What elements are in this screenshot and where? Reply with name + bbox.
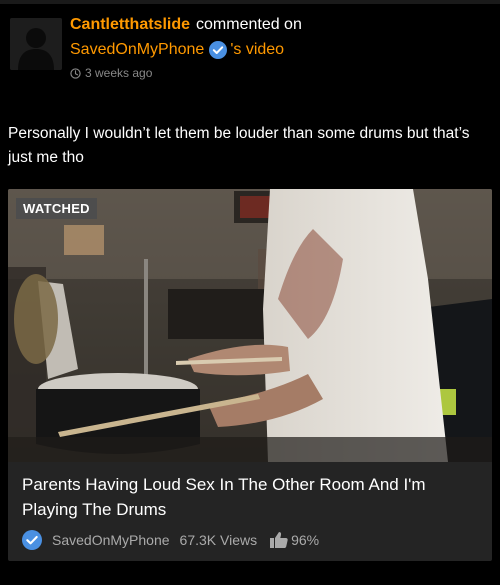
view-count: 67.3K Views	[179, 532, 258, 548]
thumbs-up-icon	[270, 532, 288, 548]
channel-link[interactable]: SavedOnMyPhone	[70, 38, 204, 62]
activity-meta: Cantletthatslide commented on SavedOnMyPh…	[70, 14, 490, 80]
activity-line: Cantletthatslide commented on	[70, 14, 490, 36]
video-channel-name[interactable]: SavedOnMyPhone	[52, 532, 170, 548]
action-text: commented on	[196, 16, 302, 33]
watched-badge: WATCHED	[16, 198, 97, 219]
clock-icon	[70, 67, 81, 79]
video-title[interactable]: Parents Having Loud Sex In The Other Roo…	[22, 472, 482, 522]
activity-header: Cantletthatslide commented on SavedOnMyPh…	[8, 14, 492, 84]
comment-text: Personally I wouldn’t let them be louder…	[8, 125, 470, 166]
video-footer: SavedOnMyPhone 67.3K Views 96%	[22, 529, 482, 551]
username-link[interactable]: Cantletthatslide	[70, 16, 190, 33]
activity-card: Cantletthatslide commented on SavedOnMyPh…	[0, 0, 500, 585]
video-link[interactable]: 's video	[230, 38, 284, 62]
top-divider	[0, 0, 500, 4]
video-thumbnail[interactable]: WATCHED	[8, 189, 492, 462]
timestamp-line: 3 weeks ago	[70, 66, 490, 80]
thumbnail-image	[8, 189, 492, 462]
video-card[interactable]: WATCHED Parents Having Loud Sex In The O…	[8, 189, 492, 561]
verified-check-icon	[22, 530, 42, 550]
verified-check-icon	[209, 41, 228, 59]
default-avatar-icon	[10, 18, 62, 70]
rating-percent: 96%	[291, 532, 320, 548]
timestamp: 3 weeks ago	[85, 66, 153, 80]
channel-line: SavedOnMyPhone 's video	[70, 38, 490, 62]
avatar[interactable]	[10, 18, 62, 70]
